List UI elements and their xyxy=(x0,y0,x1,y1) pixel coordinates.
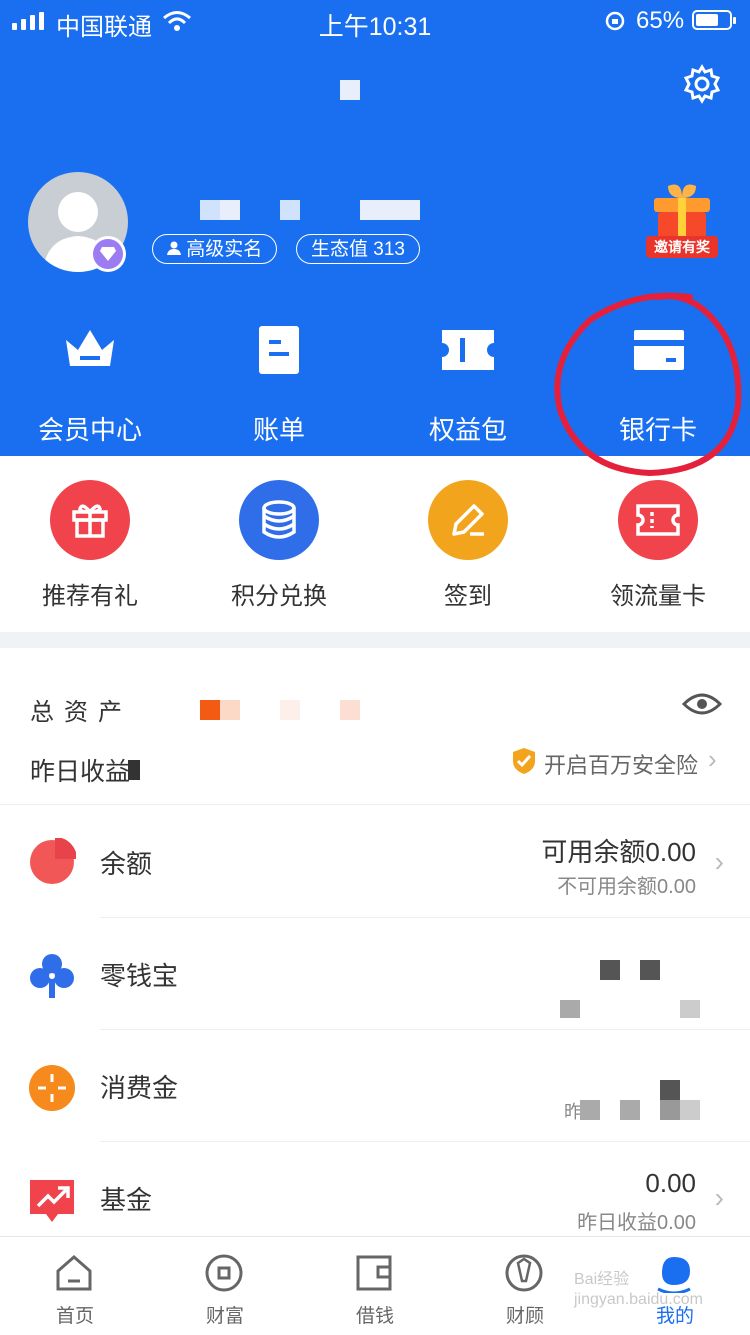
gift-icon xyxy=(72,504,108,538)
ticket-icon xyxy=(442,330,494,370)
obscured-amount xyxy=(680,1000,700,1018)
obscured-income xyxy=(128,760,140,780)
insurance-link[interactable]: 开启百万安全险 xyxy=(544,748,698,780)
chevron-right-icon: › xyxy=(708,744,717,774)
obscured-nickname xyxy=(280,200,300,220)
ticket-icon xyxy=(636,504,680,536)
tab-wealth[interactable]: 财富 xyxy=(150,1237,300,1335)
invite-reward-button[interactable]: 邀请有奖 xyxy=(646,180,718,266)
feature-check-in[interactable]: 签到 xyxy=(378,480,558,610)
row-divider xyxy=(0,804,750,805)
obscured-amount xyxy=(560,1000,580,1018)
obscured-amount xyxy=(640,960,660,980)
obscured-amount xyxy=(620,1100,640,1120)
rotation-lock-icon xyxy=(605,11,625,31)
feature-icon-bg xyxy=(428,480,508,560)
shield-check-icon xyxy=(513,748,535,774)
quick-action-label: 账单 xyxy=(252,415,305,445)
eco-value-badge[interactable]: 生态值 313 xyxy=(296,234,420,264)
yesterday-income-label: 昨日收益 xyxy=(30,758,131,786)
feature-icon-bg xyxy=(239,480,319,560)
verification-label: 高级实名 xyxy=(186,239,263,260)
account-subvalue: 不可用余额0.00 xyxy=(557,876,696,898)
total-assets-label: 总资产 xyxy=(30,699,132,726)
tab-label: 财富 xyxy=(205,1306,244,1327)
pencil-icon xyxy=(452,504,484,536)
feature-label: 推荐有礼 xyxy=(42,583,138,610)
verification-badge[interactable]: 高级实名 xyxy=(152,234,278,264)
advisor-icon xyxy=(505,1254,543,1292)
chevron-right-icon: › xyxy=(714,846,724,877)
obscured-title xyxy=(340,80,360,100)
obscured-amount xyxy=(200,700,220,720)
vip-diamond-icon xyxy=(90,236,126,272)
obscured-amount xyxy=(340,700,360,720)
battery-icon xyxy=(692,10,736,30)
clover-icon xyxy=(30,954,74,998)
bill-icon xyxy=(259,326,299,374)
chevron-right-icon: › xyxy=(714,1182,724,1213)
wallet-icon xyxy=(356,1255,392,1291)
account-row-balance[interactable]: 余额 可用余额0.00 不可用余额0.00 › xyxy=(0,806,750,918)
obscured-amount xyxy=(580,1100,600,1120)
battery-percent: 65% xyxy=(636,7,685,34)
settings-gear-icon[interactable] xyxy=(682,64,722,104)
obscured-nickname xyxy=(200,200,220,220)
account-name: 消费金 xyxy=(100,1073,179,1103)
crown-icon xyxy=(66,330,114,366)
feature-label: 签到 xyxy=(444,583,492,610)
person-icon xyxy=(167,235,181,255)
obscured-nickname xyxy=(220,200,240,220)
quick-action-benefits[interactable]: 权益包 xyxy=(378,326,558,446)
obscured-nickname xyxy=(360,200,420,220)
tab-label: 借钱 xyxy=(355,1306,394,1327)
quick-action-bill[interactable]: 账单 xyxy=(189,326,369,446)
gift-box-icon xyxy=(654,184,710,242)
pie-chart-icon xyxy=(30,838,76,884)
watermark: Bai经验 jingyan.baidu.com xyxy=(574,1271,703,1308)
annotation-circle xyxy=(554,292,742,477)
obscured-amount xyxy=(280,700,300,720)
coins-icon xyxy=(262,500,296,539)
account-name: 零钱宝 xyxy=(100,961,179,991)
feature-icon-bg xyxy=(50,480,130,560)
home-icon xyxy=(56,1255,92,1291)
quick-action-member-center[interactable]: 会员中心 xyxy=(0,326,180,446)
account-row-consumption-gold[interactable]: 消费金 昨 xyxy=(0,1030,750,1142)
eye-icon[interactable] xyxy=(682,690,722,718)
account-value: 0.00 xyxy=(645,1168,696,1198)
feature-data-card[interactable]: 领流量卡 xyxy=(568,480,748,610)
invite-label: 邀请有奖 xyxy=(646,236,718,258)
obscured-amount xyxy=(220,700,240,720)
trend-up-icon xyxy=(30,1180,74,1222)
coin-icon xyxy=(205,1254,243,1292)
account-name: 余额 xyxy=(100,849,153,879)
section-divider xyxy=(0,632,750,648)
account-row-change-treasure[interactable]: 零钱宝 xyxy=(0,918,750,1030)
obscured-amount xyxy=(600,960,620,980)
obscured-amount xyxy=(680,1100,700,1120)
account-name: 基金 xyxy=(100,1185,153,1215)
tab-borrow[interactable]: 借钱 xyxy=(300,1237,450,1335)
account-value: 可用余额0.00 xyxy=(541,837,696,867)
tab-home[interactable]: 首页 xyxy=(0,1237,150,1335)
target-icon xyxy=(29,1065,75,1111)
feature-points-exchange[interactable]: 积分兑换 xyxy=(189,480,369,610)
feature-icon-bg xyxy=(618,480,698,560)
account-subvalue: 昨日收益0.00 xyxy=(577,1212,696,1234)
tab-label: 首页 xyxy=(55,1306,94,1327)
quick-action-label: 权益包 xyxy=(428,415,507,445)
feature-label: 积分兑换 xyxy=(231,583,327,610)
status-bar: 中国联通 上午10:31 65% xyxy=(0,0,750,44)
obscured-amount xyxy=(660,1080,680,1100)
feature-label: 领流量卡 xyxy=(610,583,706,610)
obscured-amount xyxy=(660,1100,680,1120)
feature-recommend-gift[interactable]: 推荐有礼 xyxy=(0,480,180,610)
quick-action-label: 会员中心 xyxy=(37,415,142,445)
